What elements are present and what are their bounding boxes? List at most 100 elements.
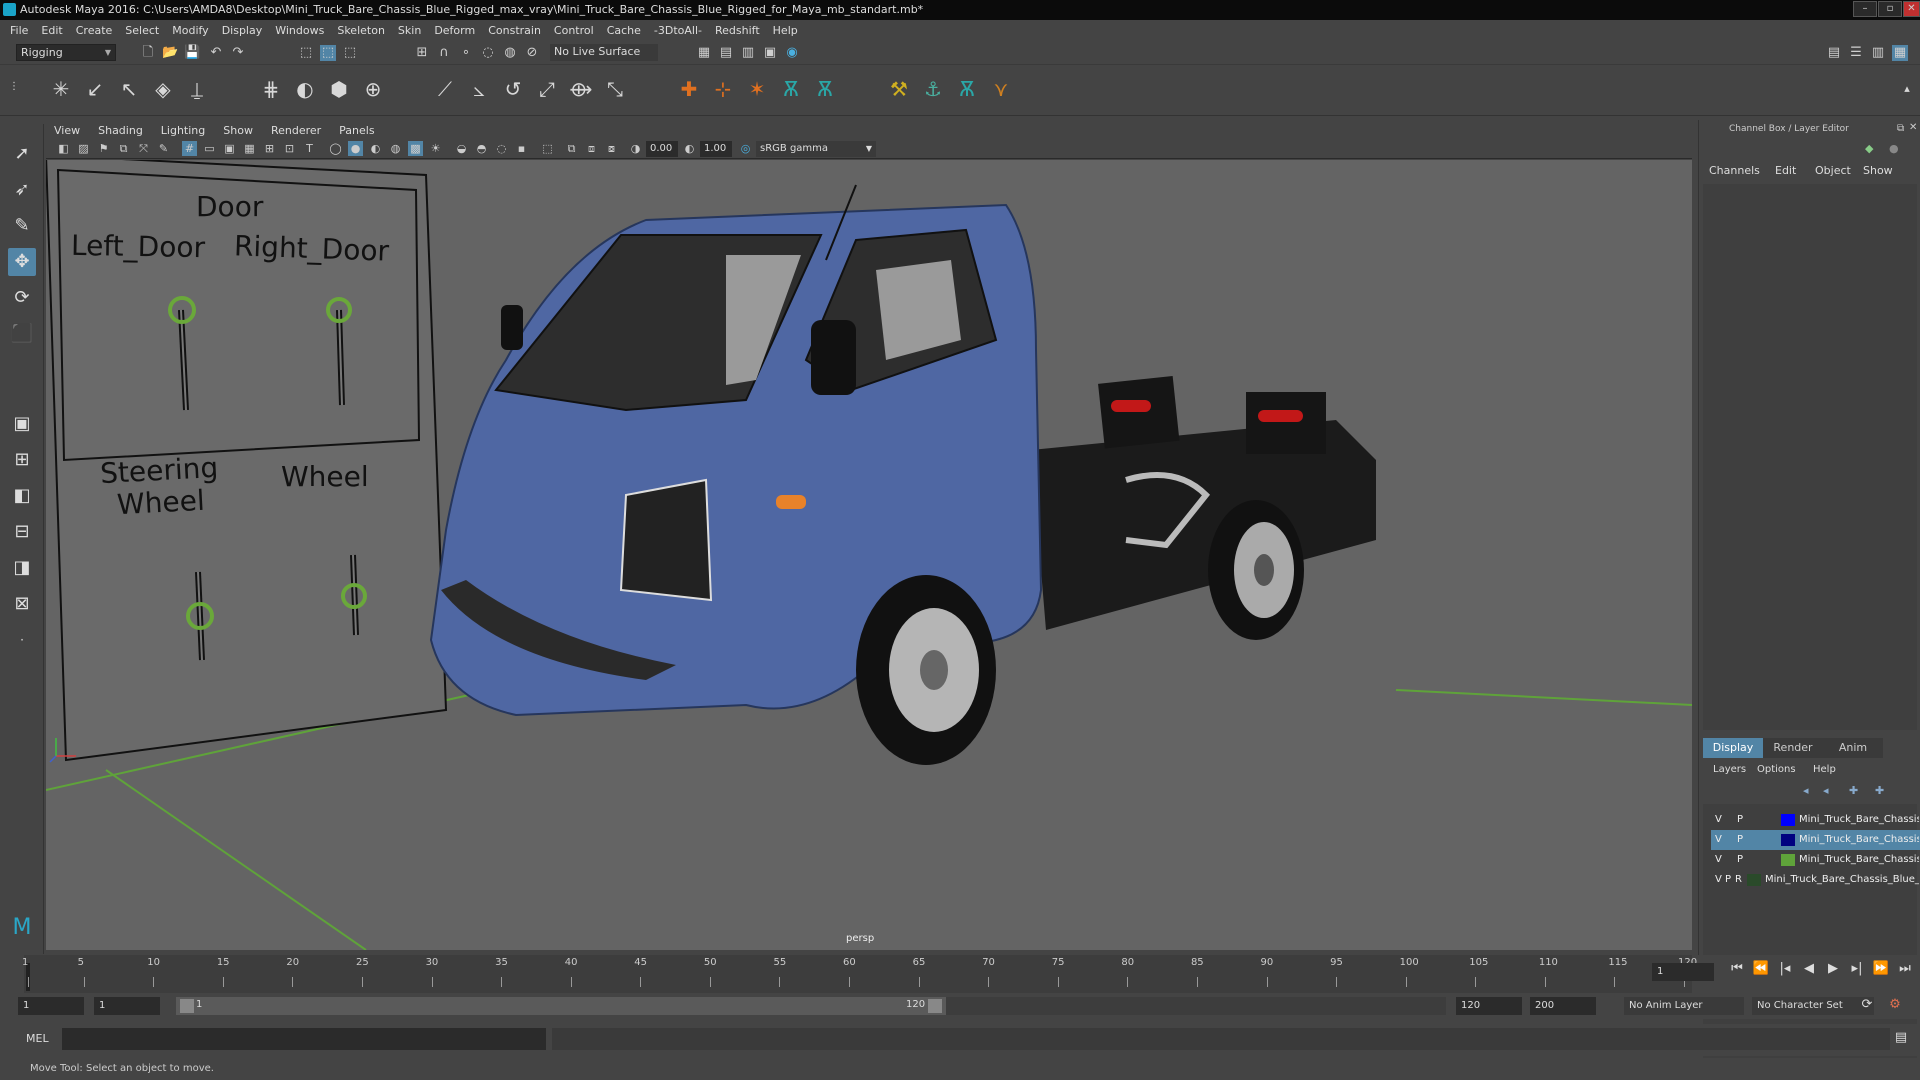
select-component-icon[interactable]: ⬚ [342,45,358,61]
new-scene-icon[interactable]: 🗋 [140,45,156,61]
exposure-icon[interactable]: ◑ [628,141,643,156]
minimize-button[interactable]: – [1853,1,1877,17]
vp-menu-shading[interactable]: Shading [98,124,143,137]
field-chart-icon[interactable]: ⊞ [262,141,277,156]
move-layer-down-icon[interactable]: ◂ [1823,784,1829,797]
sparkle-icon[interactable]: ✶ [744,76,770,102]
snap-grid-icon[interactable]: ⊞ [414,45,430,61]
xray-joints-icon[interactable]: ⧈ [584,141,599,156]
layer-reference-toggle[interactable]: R [1735,870,1742,890]
layer-row[interactable]: VPR Mini_Truck_Bare_Chassis_Blue_Rigged [1711,870,1920,890]
menu-modify[interactable]: Modify [172,24,208,37]
script-icon-3[interactable]: ⋎ [988,76,1014,102]
attribute-editor-icon[interactable]: ☰ [1848,45,1864,61]
layer-row[interactable]: VP Mini_Truck_Bare_Chassis_Blue_Rigged_co… [1711,810,1920,830]
ik-spline-icon[interactable]: ↖ [116,76,142,102]
shadows-icon[interactable]: ◒ [454,141,469,156]
channel-box-key-icon[interactable]: ● [1889,142,1899,155]
bookmark-icon[interactable]: ⚑ [96,141,111,156]
perspective-viewport[interactable]: Door Left_Door Right_Door Steering Wheel… [46,160,1692,950]
animation-end-field[interactable]: 200 [1530,997,1596,1015]
layer-menu-layers[interactable]: Layers [1713,764,1746,775]
orient-constraint-icon[interactable]: ↺ [500,76,526,102]
new-layer-icon[interactable]: ✚ [1849,784,1858,797]
tab-render[interactable]: Render [1763,738,1823,758]
scale-tool-icon[interactable]: ⬛ [8,320,36,348]
make-live-icon[interactable]: ⊘ [524,45,540,61]
animation-start-field[interactable]: 1 [18,997,84,1015]
xray-icon[interactable]: ⧉ [564,141,579,156]
exposure-field[interactable]: 0.00 [646,141,678,157]
hypershade-icon[interactable]: ◉ [784,45,800,61]
view-transform-dropdown[interactable]: sRGB gamma ▼ [756,141,876,157]
locator-icon[interactable]: ✚ [676,76,702,102]
grease-pencil-icon[interactable]: ✎ [156,141,171,156]
lattice-icon[interactable]: ⬢ [326,76,352,102]
persp-hypershade-icon[interactable]: ◨ [8,554,36,582]
textured-icon[interactable]: ▩ [408,141,423,156]
image-plane-icon[interactable]: ⧉ [116,141,131,156]
select-object-icon[interactable]: ⬚ [320,45,336,61]
select-camera-icon[interactable]: ◧ [56,141,71,156]
playback-end-field[interactable]: 120 [1456,997,1522,1015]
select-tool-icon[interactable]: ➚ [8,140,36,168]
script-editor-icon[interactable]: ▤ [1892,1030,1910,1046]
open-scene-icon[interactable]: 📂 [162,45,178,61]
shelf-options-icon[interactable]: ⋮ [8,74,20,100]
menu-help[interactable]: Help [773,24,798,37]
layer-visibility-toggle[interactable]: V [1715,870,1722,890]
3dtoall-script-icon-1[interactable]: Ѫ [778,76,804,102]
range-start-handle[interactable] [180,999,194,1013]
ipr-render-icon[interactable]: ▥ [740,45,756,61]
range-end-handle[interactable] [928,999,942,1013]
vp-menu-panels[interactable]: Panels [339,124,374,137]
isolate-select-icon[interactable]: ⬚ [540,141,555,156]
auto-key-icon[interactable]: ⟳ [1858,997,1876,1013]
go-to-start-icon[interactable]: ⏮ [1728,961,1746,977]
layer-playback-toggle[interactable]: P [1737,830,1743,850]
grid-toggle-icon[interactable]: # [182,141,197,156]
3dtoall-script-icon-2[interactable]: Ѫ [812,76,838,102]
persp-graph-icon[interactable]: ⊟ [8,518,36,546]
channel-box-lock-icon[interactable]: ◆ [1865,142,1873,155]
rotate-tool-icon[interactable]: ⟳ [8,284,36,312]
layer-menu-options[interactable]: Options [1757,764,1796,775]
render-view-icon[interactable]: ▦ [696,45,712,61]
menu-create[interactable]: Create [76,24,113,37]
cluster-icon[interactable]: ⋕ [258,76,284,102]
script-icon-2[interactable]: ⚓ [920,76,946,102]
resolution-gate-icon[interactable]: ▣ [222,141,237,156]
script-language-toggle[interactable]: MEL [26,1032,49,1045]
layer-visibility-toggle[interactable]: V [1715,810,1722,830]
script-icon-1[interactable]: ⚒ [886,76,912,102]
vp-menu-lighting[interactable]: Lighting [161,124,205,137]
vp-menu-renderer[interactable]: Renderer [271,124,321,137]
film-gate-icon[interactable]: ▭ [202,141,217,156]
more-layouts-icon[interactable]: · [8,626,36,654]
menu-skeleton[interactable]: Skeleton [337,24,385,37]
wireframe-icon[interactable]: ◯ [328,141,343,156]
menu-display[interactable]: Display [222,24,263,37]
float-panel-icon[interactable]: ⧉ [1897,123,1904,134]
2d-pan-zoom-icon[interactable]: ⤧ [136,141,151,156]
range-slider[interactable]: 1 120 [176,997,946,1015]
layer-color-swatch[interactable] [1781,814,1795,826]
parent-constraint-icon[interactable]: ⟴ [568,76,594,102]
menu-select[interactable]: Select [125,24,159,37]
layer-name[interactable]: Mini_Truck_Bare_Chassis_Blue_Rigged_help… [1799,830,1919,850]
layer-name[interactable]: Mini_Truck_Bare_Chassis_Blue_Rigged_cont… [1799,810,1919,830]
xray-components-icon[interactable]: ⧇ [604,141,619,156]
four-view-icon[interactable]: ⊞ [8,446,36,474]
ik-handle-icon[interactable]: ↙ [82,76,108,102]
gamma-field[interactable]: 1.00 [700,141,732,157]
cb-menu-show[interactable]: Show [1863,164,1893,177]
time-slider[interactable]: 1 5 10 15 20 25 30 35 40 45 50 55 60 65 70 75 80 85 90 95 10… [0,955,1920,995]
shelf-scroll-icon[interactable]: ▴ [1894,76,1920,102]
joint-tool-icon[interactable]: ✳ [48,76,74,102]
step-forward-key-icon[interactable]: ⏩ [1872,961,1890,977]
anim-layer-dropdown[interactable]: No Anim Layer [1624,997,1744,1015]
paint-weights-icon[interactable]: ⍊ [184,76,210,102]
pole-vector-icon[interactable]: ⤡ [602,76,628,102]
new-layer-selected-icon[interactable]: ✚ [1875,784,1884,797]
menu-redshift[interactable]: Redshift [715,24,760,37]
